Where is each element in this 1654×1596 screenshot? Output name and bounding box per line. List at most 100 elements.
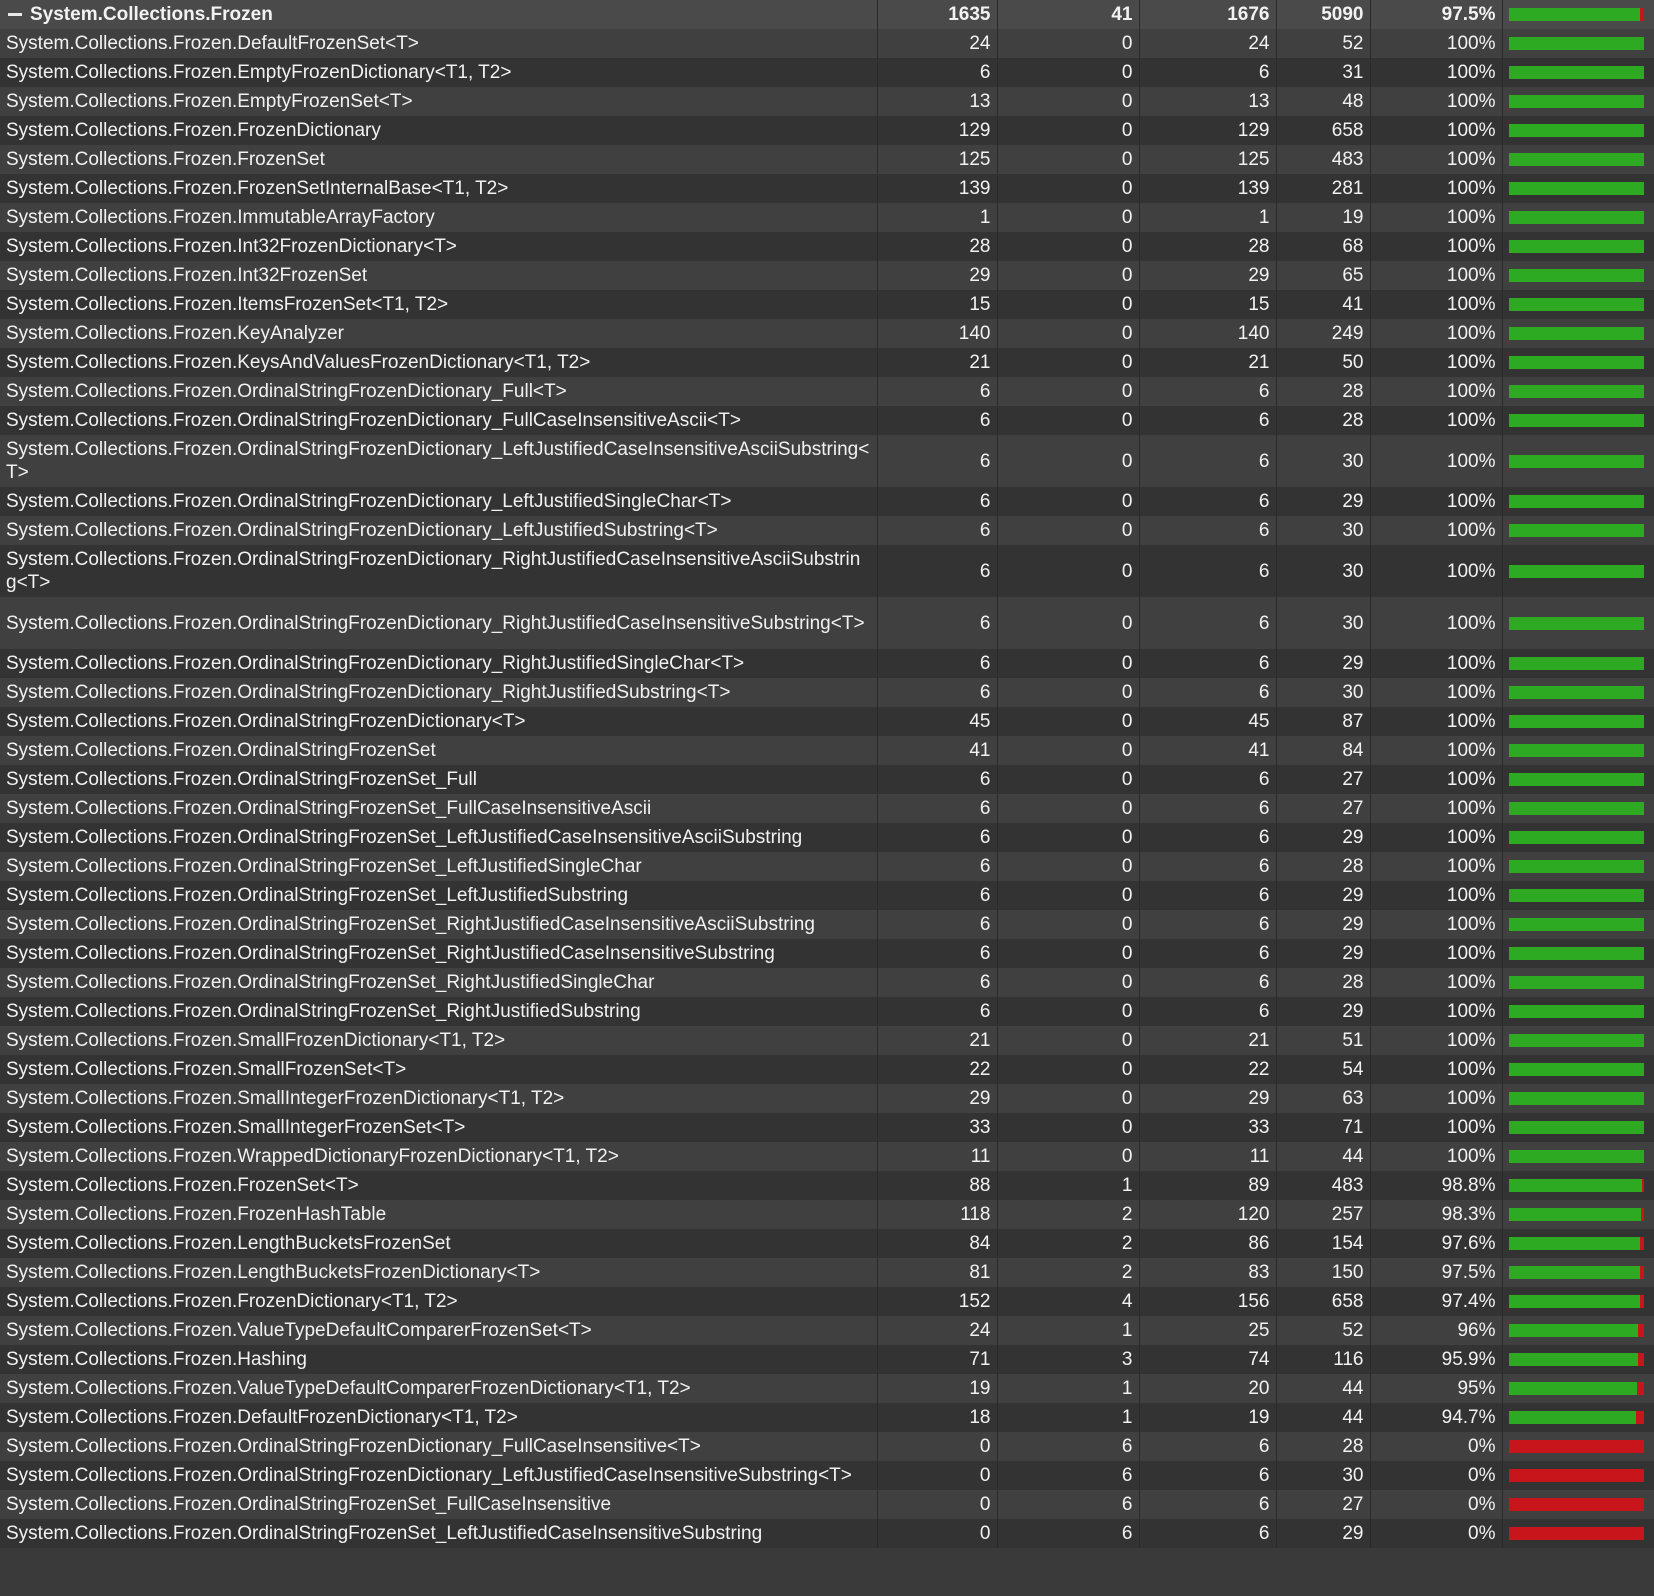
- class-name[interactable]: System.Collections.Frozen.SmallFrozenSet…: [0, 1055, 878, 1084]
- class-row[interactable]: System.Collections.Frozen.OrdinalStringF…: [0, 1490, 1654, 1519]
- class-row[interactable]: System.Collections.Frozen.SmallFrozenDic…: [0, 1026, 1654, 1055]
- class-name[interactable]: System.Collections.Frozen.DefaultFrozenS…: [0, 29, 878, 58]
- class-row[interactable]: System.Collections.Frozen.OrdinalStringF…: [0, 678, 1654, 707]
- class-row[interactable]: System.Collections.Frozen.DefaultFrozenD…: [0, 1403, 1654, 1432]
- class-name[interactable]: System.Collections.Frozen.OrdinalStringF…: [0, 823, 878, 852]
- class-name[interactable]: System.Collections.Frozen.Int32FrozenSet: [0, 261, 878, 290]
- class-row[interactable]: System.Collections.Frozen.FrozenSet 125 0 1…: [0, 145, 1654, 174]
- class-name[interactable]: System.Collections.Frozen.OrdinalStringF…: [0, 707, 878, 736]
- class-name[interactable]: System.Collections.Frozen.EmptyFrozenDic…: [0, 58, 878, 87]
- class-name[interactable]: System.Collections.Frozen.FrozenDictiona…: [0, 116, 878, 145]
- class-name[interactable]: System.Collections.Frozen.ImmutableArray…: [0, 203, 878, 232]
- class-row[interactable]: System.Collections.Frozen.FrozenSetInter…: [0, 174, 1654, 203]
- class-name[interactable]: System.Collections.Frozen.OrdinalStringF…: [0, 545, 878, 597]
- class-name[interactable]: System.Collections.Frozen.OrdinalStringF…: [0, 649, 878, 678]
- class-name[interactable]: System.Collections.Frozen.SmallFrozenDic…: [0, 1026, 878, 1055]
- class-row[interactable]: System.Collections.Frozen.WrappedDiction…: [0, 1142, 1654, 1171]
- class-row[interactable]: System.Collections.Frozen.SmallFrozenSet…: [0, 1055, 1654, 1084]
- class-name[interactable]: System.Collections.Frozen.LengthBucketsF…: [0, 1229, 878, 1258]
- class-row[interactable]: System.Collections.Frozen.SmallIntegerFr…: [0, 1084, 1654, 1113]
- class-row[interactable]: System.Collections.Frozen.ValueTypeDefau…: [0, 1316, 1654, 1345]
- class-row[interactable]: System.Collections.Frozen.OrdinalStringF…: [0, 736, 1654, 765]
- class-row[interactable]: System.Collections.Frozen.LengthBucketsF…: [0, 1229, 1654, 1258]
- class-row[interactable]: System.Collections.Frozen.ValueTypeDefau…: [0, 1374, 1654, 1403]
- class-row[interactable]: System.Collections.Frozen.OrdinalStringF…: [0, 649, 1654, 678]
- class-name[interactable]: System.Collections.Frozen.OrdinalStringF…: [0, 852, 878, 881]
- class-row[interactable]: System.Collections.Frozen.OrdinalStringF…: [0, 939, 1654, 968]
- class-row[interactable]: System.Collections.Frozen.Int32FrozenSet…: [0, 261, 1654, 290]
- class-name[interactable]: System.Collections.Frozen.FrozenSet<T>: [0, 1171, 878, 1200]
- class-row[interactable]: System.Collections.Frozen.LengthBucketsF…: [0, 1258, 1654, 1287]
- class-row[interactable]: System.Collections.Frozen.Int32FrozenDic…: [0, 232, 1654, 261]
- class-row[interactable]: System.Collections.Frozen.OrdinalStringF…: [0, 881, 1654, 910]
- class-name[interactable]: System.Collections.Frozen.KeyAnalyzer: [0, 319, 878, 348]
- class-row[interactable]: System.Collections.Frozen.OrdinalStringF…: [0, 997, 1654, 1026]
- class-name[interactable]: System.Collections.Frozen.OrdinalStringF…: [0, 794, 878, 823]
- class-name[interactable]: System.Collections.Frozen.ValueTypeDefau…: [0, 1374, 878, 1403]
- class-row[interactable]: System.Collections.Frozen.FrozenSet<T> 88…: [0, 1171, 1654, 1200]
- class-name[interactable]: System.Collections.Frozen.OrdinalStringF…: [0, 377, 878, 406]
- class-name[interactable]: System.Collections.Frozen.OrdinalStringF…: [0, 910, 878, 939]
- class-row[interactable]: System.Collections.Frozen.OrdinalStringF…: [0, 794, 1654, 823]
- class-row[interactable]: System.Collections.Frozen.OrdinalStringF…: [0, 765, 1654, 794]
- class-row[interactable]: System.Collections.Frozen.OrdinalStringF…: [0, 435, 1654, 487]
- class-row[interactable]: System.Collections.Frozen.OrdinalStringF…: [0, 823, 1654, 852]
- class-name[interactable]: System.Collections.Frozen.OrdinalStringF…: [0, 487, 878, 516]
- class-name[interactable]: System.Collections.Frozen.OrdinalStringF…: [0, 736, 878, 765]
- class-name[interactable]: System.Collections.Frozen.OrdinalStringF…: [0, 968, 878, 997]
- class-name[interactable]: System.Collections.Frozen.DefaultFrozenD…: [0, 1403, 878, 1432]
- class-name[interactable]: System.Collections.Frozen.OrdinalStringF…: [0, 1490, 878, 1519]
- class-row[interactable]: System.Collections.Frozen.OrdinalStringF…: [0, 406, 1654, 435]
- class-row[interactable]: System.Collections.Frozen.KeyAnalyzer 140…: [0, 319, 1654, 348]
- class-row[interactable]: System.Collections.Frozen.OrdinalStringF…: [0, 968, 1654, 997]
- class-row[interactable]: System.Collections.Frozen.ItemsFrozenSet…: [0, 290, 1654, 319]
- class-row[interactable]: System.Collections.Frozen.FrozenDictiona…: [0, 1287, 1654, 1316]
- class-name[interactable]: System.Collections.Frozen.KeysAndValuesF…: [0, 348, 878, 377]
- class-row[interactable]: System.Collections.Frozen.OrdinalStringF…: [0, 910, 1654, 939]
- class-name[interactable]: System.Collections.Frozen.FrozenDictiona…: [0, 1287, 878, 1316]
- class-name[interactable]: System.Collections.Frozen.EmptyFrozenSet…: [0, 87, 878, 116]
- class-name[interactable]: System.Collections.Frozen.FrozenHashTabl…: [0, 1200, 878, 1229]
- class-name[interactable]: System.Collections.Frozen.OrdinalStringF…: [0, 516, 878, 545]
- class-row[interactable]: System.Collections.Frozen.FrozenDictiona…: [0, 116, 1654, 145]
- class-row[interactable]: System.Collections.Frozen.EmptyFrozenSet…: [0, 87, 1654, 116]
- class-name[interactable]: System.Collections.Frozen.OrdinalStringF…: [0, 406, 878, 435]
- class-row[interactable]: System.Collections.Frozen.DefaultFrozenS…: [0, 29, 1654, 58]
- class-name[interactable]: System.Collections.Frozen.LengthBucketsF…: [0, 1258, 878, 1287]
- class-name[interactable]: System.Collections.Frozen.OrdinalStringF…: [0, 881, 878, 910]
- class-row[interactable]: System.Collections.Frozen.OrdinalStringF…: [0, 377, 1654, 406]
- class-name[interactable]: System.Collections.Frozen.WrappedDiction…: [0, 1142, 878, 1171]
- class-row[interactable]: System.Collections.Frozen.OrdinalStringF…: [0, 545, 1654, 597]
- class-name[interactable]: System.Collections.Frozen.OrdinalStringF…: [0, 597, 878, 649]
- class-name[interactable]: System.Collections.Frozen.ItemsFrozenSet…: [0, 290, 878, 319]
- class-name[interactable]: System.Collections.Frozen.OrdinalStringF…: [0, 765, 878, 794]
- class-name[interactable]: System.Collections.Frozen.FrozenSetInter…: [0, 174, 878, 203]
- class-name[interactable]: System.Collections.Frozen.SmallIntegerFr…: [0, 1084, 878, 1113]
- class-row[interactable]: System.Collections.Frozen.OrdinalStringF…: [0, 597, 1654, 649]
- class-name[interactable]: System.Collections.Frozen.OrdinalStringF…: [0, 1519, 878, 1548]
- class-row[interactable]: System.Collections.Frozen.ImmutableArray…: [0, 203, 1654, 232]
- class-row[interactable]: System.Collections.Frozen.OrdinalStringF…: [0, 516, 1654, 545]
- group-name-cell[interactable]: System.Collections.Frozen: [0, 0, 878, 29]
- group-header-row[interactable]: System.Collections.Frozen 1635 41 1676 5…: [0, 0, 1654, 29]
- class-name[interactable]: System.Collections.Frozen.OrdinalStringF…: [0, 1461, 878, 1490]
- class-name[interactable]: System.Collections.Frozen.OrdinalStringF…: [0, 435, 878, 487]
- class-name[interactable]: System.Collections.Frozen.OrdinalStringF…: [0, 939, 878, 968]
- class-name[interactable]: System.Collections.Frozen.OrdinalStringF…: [0, 678, 878, 707]
- class-name[interactable]: System.Collections.Frozen.OrdinalStringF…: [0, 1432, 878, 1461]
- class-name[interactable]: System.Collections.Frozen.Int32FrozenDic…: [0, 232, 878, 261]
- class-row[interactable]: System.Collections.Frozen.SmallIntegerFr…: [0, 1113, 1654, 1142]
- class-row[interactable]: System.Collections.Frozen.FrozenHashTabl…: [0, 1200, 1654, 1229]
- class-row[interactable]: System.Collections.Frozen.OrdinalStringF…: [0, 1432, 1654, 1461]
- class-row[interactable]: System.Collections.Frozen.OrdinalStringF…: [0, 487, 1654, 516]
- class-row[interactable]: System.Collections.Frozen.Hashing 71 3 74 11…: [0, 1345, 1654, 1374]
- class-name[interactable]: System.Collections.Frozen.ValueTypeDefau…: [0, 1316, 878, 1345]
- class-name[interactable]: System.Collections.Frozen.FrozenSet: [0, 145, 878, 174]
- class-row[interactable]: System.Collections.Frozen.EmptyFrozenDic…: [0, 58, 1654, 87]
- group-name[interactable]: System.Collections.Frozen: [30, 4, 273, 25]
- class-name[interactable]: System.Collections.Frozen.SmallIntegerFr…: [0, 1113, 878, 1142]
- class-row[interactable]: System.Collections.Frozen.OrdinalStringF…: [0, 1519, 1654, 1548]
- class-row[interactable]: System.Collections.Frozen.OrdinalStringF…: [0, 1461, 1654, 1490]
- class-name[interactable]: System.Collections.Frozen.OrdinalStringF…: [0, 997, 878, 1026]
- class-row[interactable]: System.Collections.Frozen.OrdinalStringF…: [0, 852, 1654, 881]
